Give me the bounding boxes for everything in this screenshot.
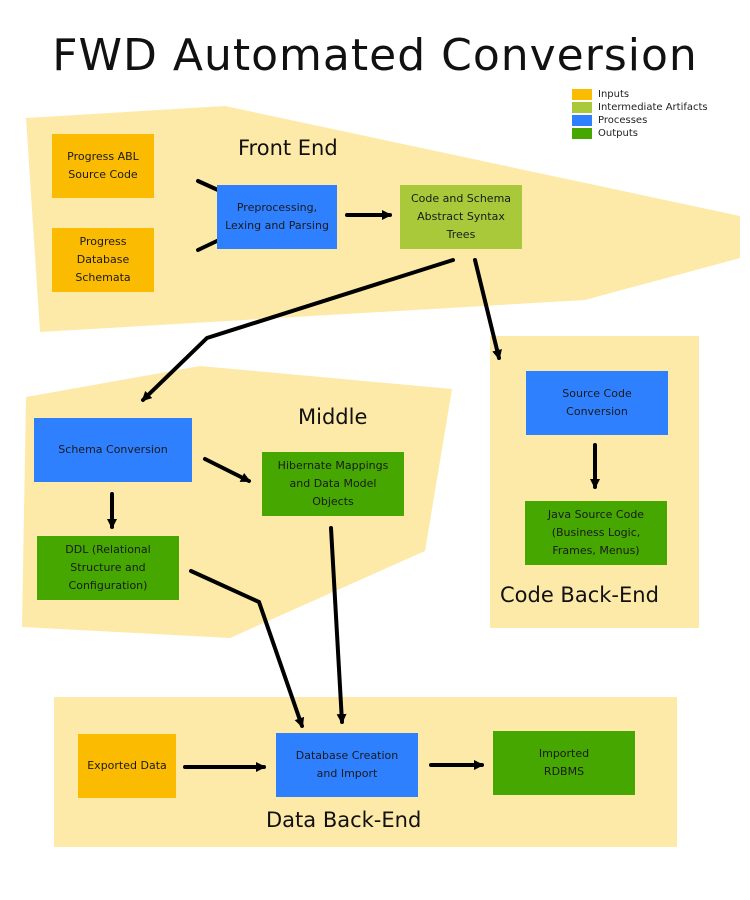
node-abstract-syntax-trees: Code and Schema Abstract Syntax Trees (400, 185, 522, 249)
legend-label: Outputs (598, 128, 638, 139)
legend-item: Processes (572, 114, 708, 127)
diagram-title: FWD Automated Conversion (52, 30, 698, 81)
legend-swatch (572, 89, 592, 100)
node-schema-conversion: Schema Conversion (34, 418, 192, 482)
node-java-source-code: Java Source Code (Business Logic, Frames… (525, 501, 667, 565)
region-label-front-end: Front End (238, 136, 338, 160)
node-ddl: DDL (Relational Structure and Configurat… (37, 536, 179, 600)
legend-swatch (572, 128, 592, 139)
region-label-data-back-end: Data Back-End (266, 808, 422, 832)
node-progress-database-schemata: Progress Database Schemata (52, 228, 154, 292)
legend: Inputs Intermediate Artifacts Processes Out… (572, 88, 708, 140)
node-progress-abl-source: Progress ABL Source Code (52, 134, 154, 198)
legend-item: Intermediate Artifacts (572, 101, 708, 114)
node-database-creation: Database Creation and Import (276, 733, 418, 797)
legend-label: Intermediate Artifacts (598, 102, 708, 113)
node-exported-data: Exported Data (78, 734, 176, 798)
node-hibernate-mappings: Hibernate Mappings and Data Model Object… (262, 452, 404, 516)
region-label-middle: Middle (298, 405, 368, 429)
node-source-code-conversion: Source Code Conversion (526, 371, 668, 435)
legend-swatch (572, 102, 592, 113)
legend-item: Inputs (572, 88, 708, 101)
legend-label: Inputs (598, 89, 630, 100)
node-preprocessing: Preprocessing, Lexing and Parsing (217, 185, 337, 249)
node-imported-rdbms: Imported RDBMS (493, 731, 635, 795)
legend-item: Outputs (572, 127, 708, 140)
legend-label: Processes (598, 115, 648, 126)
legend-swatch (572, 115, 592, 126)
region-label-code-back-end: Code Back-End (500, 583, 659, 607)
